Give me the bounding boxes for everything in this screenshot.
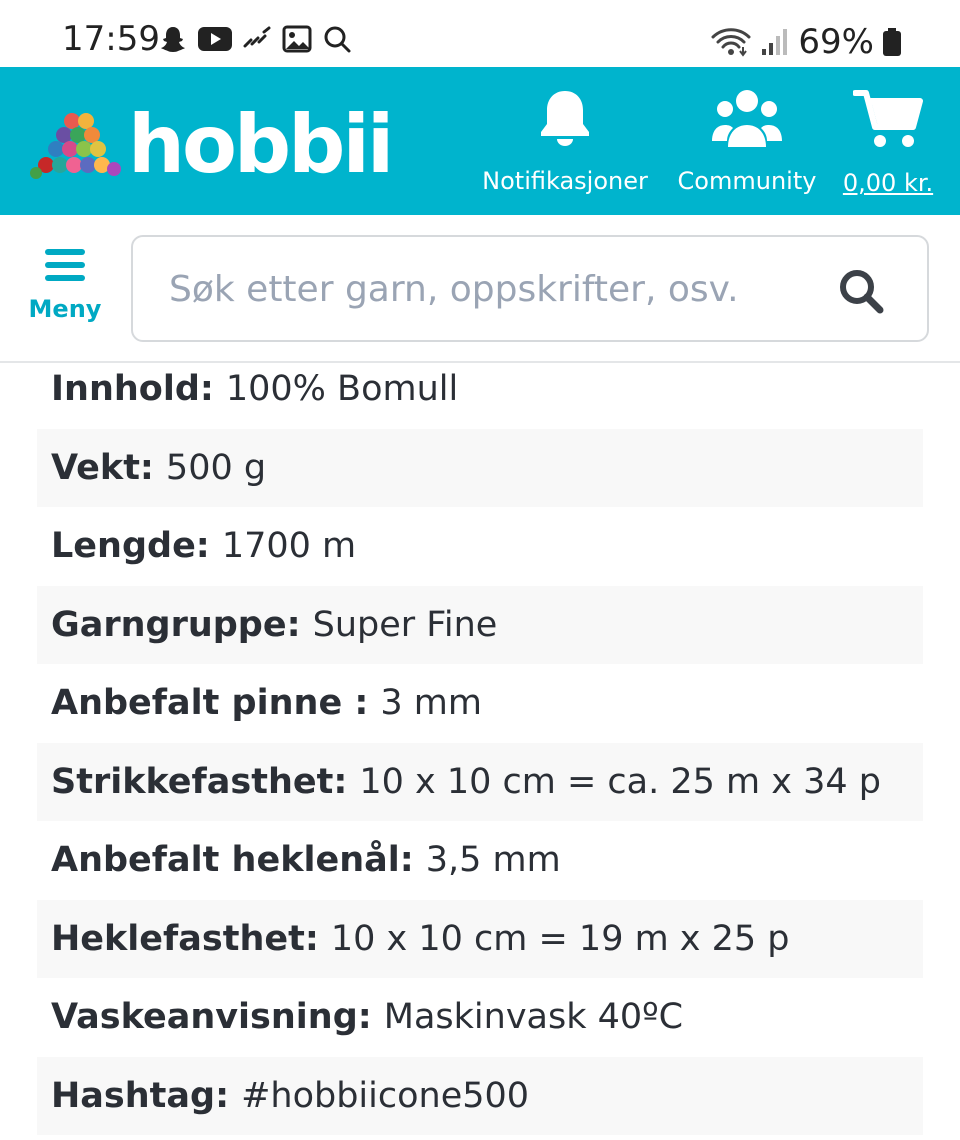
spec-label: Anbefalt heklenål: bbox=[51, 840, 414, 881]
cart-total: 0,00 kr. bbox=[842, 169, 934, 197]
community-label: Community bbox=[677, 167, 817, 195]
search-icon[interactable] bbox=[837, 267, 885, 319]
status-time: 17:59 bbox=[62, 19, 160, 59]
spec-value: Super Fine bbox=[312, 604, 498, 645]
shopping-cart-icon bbox=[852, 87, 923, 155]
spec-row-innhold: Innhold: 100% Bomull bbox=[37, 350, 923, 429]
spec-value: 500 g bbox=[165, 447, 267, 488]
spec-value: 3 mm bbox=[380, 683, 482, 724]
menu-label: Meny bbox=[28, 295, 102, 323]
status-notification-icons bbox=[158, 24, 352, 54]
spec-label: Anbefalt pinne : bbox=[51, 683, 369, 724]
spec-value: 10 x 10 cm = ca. 25 m x 34 p bbox=[359, 761, 881, 802]
spec-label: Strikkefasthet: bbox=[51, 761, 348, 802]
search-input[interactable] bbox=[169, 263, 809, 315]
brand-name: hobbii bbox=[128, 98, 394, 191]
spec-value: 100% Bomull bbox=[225, 369, 459, 410]
site-header: hobbii Notifikasjoner Community 0,00 kr. bbox=[0, 67, 960, 215]
spec-value: 1700 m bbox=[221, 526, 357, 567]
search-box[interactable] bbox=[131, 235, 929, 342]
spec-label: Innhold: bbox=[51, 369, 214, 410]
wifi-icon bbox=[710, 27, 752, 57]
spec-label: Garngruppe: bbox=[51, 604, 301, 645]
spec-value: 10 x 10 cm = 19 m x 25 p bbox=[330, 918, 790, 959]
spec-row-hashtag: Hashtag: #hobbiicone500 bbox=[37, 1056, 923, 1135]
signal-icon bbox=[760, 27, 788, 57]
spec-value: Maskinvask 40ºC bbox=[383, 997, 684, 1038]
gallery-icon bbox=[282, 25, 312, 53]
snapchat-icon bbox=[158, 24, 188, 54]
spec-label: Lengde: bbox=[51, 526, 210, 567]
bell-icon bbox=[538, 87, 592, 153]
cart-button[interactable]: 0,00 kr. bbox=[843, 87, 933, 197]
spec-row-vaskeanvisning: Vaskeanvisning: Maskinvask 40ºC bbox=[37, 978, 923, 1057]
notifications-label: Notifikasjoner bbox=[482, 167, 648, 195]
community-button[interactable]: Community bbox=[678, 87, 816, 195]
spec-label: Heklefasthet: bbox=[51, 918, 319, 959]
community-icon bbox=[712, 87, 782, 153]
spec-value: 3,5 mm bbox=[425, 840, 561, 881]
status-system-icons: 69% bbox=[710, 22, 902, 62]
status-bar: 17:59 69% bbox=[0, 0, 960, 67]
hobbii-logo[interactable]: hobbii bbox=[30, 98, 394, 191]
spec-row-heklefasthet: Heklefasthet: 10 x 10 cm = 19 m x 25 p bbox=[37, 899, 923, 978]
spec-row-vekt: Vekt: 500 g bbox=[37, 428, 923, 507]
spec-value: #hobbiicone500 bbox=[241, 1075, 530, 1116]
spec-row-strikkefasthet: Strikkefasthet: 10 x 10 cm = ca. 25 m x … bbox=[37, 742, 923, 821]
spec-label: Vekt: bbox=[51, 447, 154, 488]
spec-row-anbefalt-heklenal: Anbefalt heklenål: 3,5 mm bbox=[37, 821, 923, 900]
battery-icon bbox=[882, 27, 902, 57]
search-bar-row: Meny bbox=[0, 215, 960, 363]
hamburger-icon bbox=[43, 247, 87, 287]
spec-row-garngruppe: Garngruppe: Super Fine bbox=[37, 585, 923, 664]
spec-row-anbefalt-pinne: Anbefalt pinne : 3 mm bbox=[37, 664, 923, 743]
spec-label: Vaskeanvisning: bbox=[51, 997, 372, 1038]
search-icon bbox=[322, 24, 352, 54]
yarn-pyramid-icon bbox=[30, 111, 122, 185]
youtube-icon bbox=[198, 26, 232, 52]
product-specifications: Innhold: 100% Bomull Vekt: 500 g Lengde:… bbox=[37, 350, 923, 1135]
spec-label: Hashtag: bbox=[51, 1075, 230, 1116]
menu-button[interactable]: Meny bbox=[28, 247, 102, 323]
missed-call-icon bbox=[242, 26, 272, 52]
battery-percent: 69% bbox=[798, 22, 874, 62]
spec-row-lengde: Lengde: 1700 m bbox=[37, 507, 923, 586]
notifications-button[interactable]: Notifikasjoner bbox=[482, 87, 648, 195]
